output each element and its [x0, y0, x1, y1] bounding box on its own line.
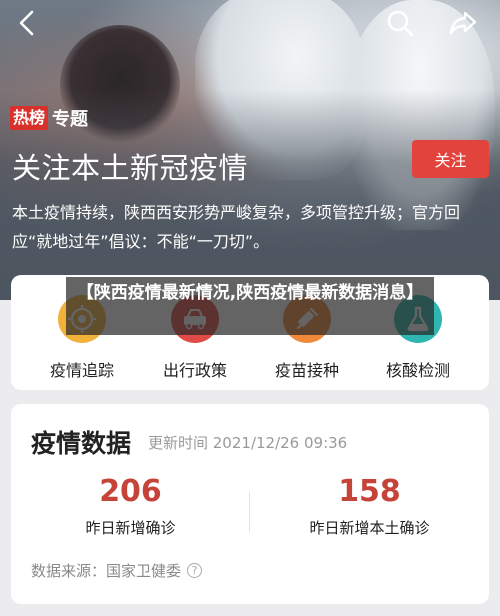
- share-icon[interactable]: [448, 8, 478, 38]
- nav-label: 出行政策: [162, 361, 227, 380]
- stat-value: 206: [99, 474, 162, 509]
- stat-label: 昨日新增确诊: [85, 519, 176, 537]
- hero-banner: 热榜 专题 关注本土新冠疫情 关注 本土疫情持续，陕西西安形势严峻复杂，多项管控…: [0, 0, 500, 300]
- topic-description: 本土疫情持续，陕西西安形势严峻复杂，多项管控升级；官方回应“就地过年”倡议：不能…: [12, 203, 461, 251]
- update-time: 更新时间 2021/12/26 09:36: [148, 434, 348, 452]
- stats-title: 疫情数据: [31, 429, 132, 458]
- help-icon[interactable]: ?: [187, 563, 203, 578]
- back-icon[interactable]: [12, 8, 42, 38]
- data-source: 数据来源：国家卫健委 ?: [31, 560, 203, 581]
- follow-button[interactable]: 关注: [412, 140, 489, 178]
- topic-tags: 热榜 专题: [10, 105, 88, 131]
- search-icon[interactable]: [385, 8, 415, 38]
- nav-label: 疫情追踪: [49, 361, 114, 380]
- page-title: 关注本土新冠疫情: [12, 151, 249, 185]
- stats-card: 疫情数据 更新时间 2021/12/26 09:36 206 昨日新增确诊 15…: [11, 404, 489, 604]
- source-label: 数据来源：国家卫健委: [31, 562, 182, 580]
- nav-label: 疫苗接种: [274, 361, 339, 380]
- stat-new-local-confirmed: 158 昨日新增本土确诊: [250, 474, 489, 538]
- stat-value: 158: [338, 474, 401, 509]
- stat-label: 昨日新增本土确诊: [309, 519, 430, 537]
- nav-label: 核酸检测: [385, 361, 450, 380]
- hot-badge: 热榜: [10, 106, 49, 130]
- topic-label: 专题: [52, 109, 89, 130]
- stat-new-confirmed: 206 昨日新增确诊: [11, 474, 250, 538]
- title-overlay: 【陕西疫情最新情况,陕西疫情最新数据消息】: [66, 277, 434, 335]
